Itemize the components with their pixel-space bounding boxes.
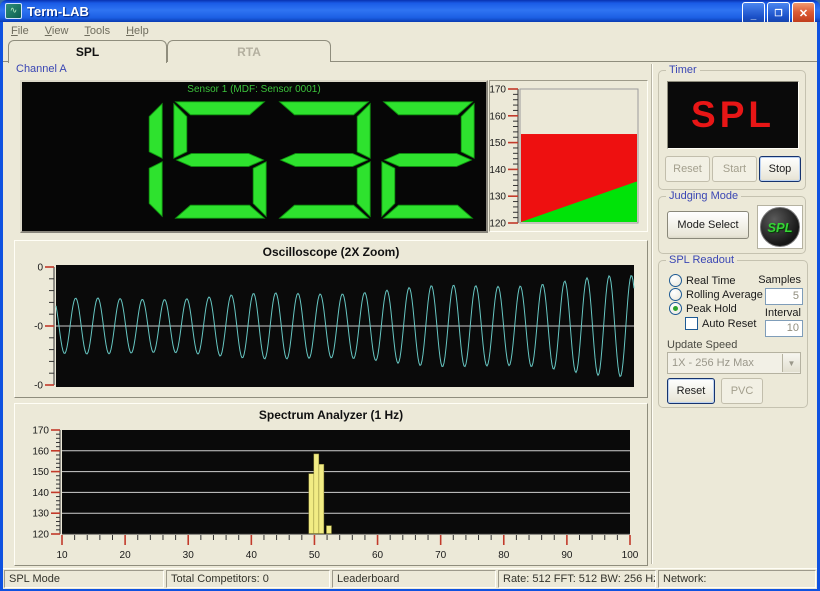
status-network: Network:: [658, 570, 816, 588]
svg-text:120: 120: [490, 219, 506, 230]
timer-stop-button[interactable]: Stop: [759, 156, 801, 182]
window-title: Term-LAB: [27, 4, 89, 19]
status-rate: Rate: 512 FFT: 512 BW: 256 Hz: [498, 570, 656, 588]
chevron-down-icon: ▼: [788, 359, 796, 368]
sensor-title: Sensor 1 (MDF: Sensor 0001): [22, 84, 486, 95]
radio-real-time[interactable]: Real Time: [669, 274, 736, 287]
spl-readout-group: SPL Readout Real Time Rolling Average Pe…: [658, 260, 808, 408]
radio-peak-hold[interactable]: Peak Hold: [669, 302, 737, 315]
radio-rolling-average[interactable]: Rolling Average: [669, 288, 763, 301]
radio-rolling-average-circle: [669, 288, 682, 301]
svg-text:170: 170: [490, 85, 506, 96]
spectrum-panel: Spectrum Analyzer (1 Hz) 120 130 140 150 160…: [14, 403, 648, 566]
timer-reset-button[interactable]: Reset: [665, 156, 710, 182]
interval-label: Interval: [755, 307, 801, 319]
svg-text:60: 60: [372, 550, 384, 561]
menu-tools[interactable]: Tools: [76, 24, 118, 38]
samples-label: Samples: [755, 274, 801, 286]
timer-start-button[interactable]: Start: [712, 156, 757, 182]
svg-text:160: 160: [32, 446, 49, 457]
status-leaderboard: Leaderboard: [332, 570, 496, 588]
spl-display: Sensor 1 (MDF: Sensor 0001): [20, 80, 488, 233]
spectrum-chart: 120 130 140 150 160 170 10 20 30 40 50 60 70 80 90 100: [18, 422, 644, 562]
readout-reset-button[interactable]: Reset: [667, 378, 715, 404]
svg-text:50: 50: [309, 550, 321, 561]
menu-view[interactable]: View: [37, 24, 77, 38]
close-button[interactable]: ✕: [792, 2, 815, 24]
combo-arrow-button[interactable]: ▼: [782, 354, 800, 372]
radio-real-time-circle: [669, 274, 682, 287]
svg-text:20: 20: [120, 550, 132, 561]
spl-logo: SPL: [757, 205, 803, 249]
timer-led-display: SPL: [667, 81, 799, 149]
title-bar: ∿ Term-LAB _ ❐ ✕: [0, 0, 820, 22]
samples-field[interactable]: 5: [765, 288, 803, 305]
status-mode: SPL Mode: [4, 570, 164, 588]
channel-a-label: Channel A: [16, 63, 67, 75]
menu-file[interactable]: File: [3, 24, 37, 38]
spl-meter-panel: 120 130 140 150 160 170: [489, 80, 648, 232]
restore-button[interactable]: ❐: [767, 2, 790, 24]
app-window: ∿ Term-LAB _ ❐ ✕ File View Tools Help SP…: [0, 0, 820, 591]
svg-text:150: 150: [32, 467, 49, 478]
svg-text:0: 0: [37, 263, 43, 274]
auto-reset-checkbox[interactable]: [685, 317, 698, 330]
app-icon: ∿: [5, 3, 22, 19]
update-speed-value: 1X - 256 Hz Max: [668, 357, 782, 369]
oscilloscope-chart: 0 -0 -0: [20, 261, 642, 393]
svg-text:170: 170: [32, 426, 49, 437]
update-speed-combo[interactable]: 1X - 256 Hz Max ▼: [667, 352, 801, 374]
tab-spl[interactable]: SPL: [8, 40, 167, 63]
seven-segment-digits: [68, 100, 476, 220]
mode-select-button[interactable]: Mode Select: [667, 211, 749, 239]
interval-field[interactable]: 10: [765, 320, 803, 337]
svg-text:150: 150: [490, 138, 506, 149]
svg-text:70: 70: [435, 550, 447, 561]
oscilloscope-title: Oscilloscope (2X Zoom): [15, 245, 647, 259]
spectrum-title: Spectrum Analyzer (1 Hz): [15, 408, 647, 422]
timer-group: Timer SPL Reset Start Stop: [658, 70, 806, 190]
menu-bar: File View Tools Help: [3, 22, 817, 40]
svg-text:140: 140: [490, 165, 506, 176]
svg-text:100: 100: [622, 550, 639, 561]
status-bar: SPL Mode Total Competitors: 0 Leaderboar…: [3, 568, 817, 589]
status-competitors: Total Competitors: 0: [166, 570, 330, 588]
menu-help[interactable]: Help: [118, 24, 157, 38]
auto-reset-checkbox-row[interactable]: Auto Reset: [685, 317, 756, 330]
svg-text:130: 130: [32, 509, 49, 520]
svg-text:40: 40: [246, 550, 258, 561]
svg-text:120: 120: [32, 530, 49, 541]
svg-text:-0: -0: [34, 381, 43, 392]
svg-text:130: 130: [490, 192, 506, 203]
timer-group-label: Timer: [666, 64, 700, 76]
svg-text:140: 140: [32, 488, 49, 499]
svg-text:10: 10: [56, 550, 68, 561]
tab-rta[interactable]: RTA: [167, 40, 331, 62]
svg-text:80: 80: [498, 550, 510, 561]
svg-text:30: 30: [183, 550, 195, 561]
radio-peak-hold-circle: [669, 302, 682, 315]
meter-chart: 120 130 140 150 160 170: [490, 81, 645, 229]
update-speed-label: Update Speed: [667, 339, 737, 351]
spl-logo-text: SPL: [760, 207, 800, 247]
oscilloscope-panel: Oscilloscope (2X Zoom) 0 -0 -0: [14, 240, 648, 398]
svg-text:160: 160: [490, 111, 506, 122]
column-divider: [651, 64, 653, 564]
pvc-button[interactable]: PVC: [721, 378, 763, 404]
svg-text:90: 90: [561, 550, 573, 561]
judging-mode-label: Judging Mode: [666, 190, 741, 202]
minimize-button[interactable]: _: [742, 2, 765, 24]
spl-readout-label: SPL Readout: [666, 254, 737, 266]
judging-mode-group: Judging Mode Mode Select SPL: [658, 196, 806, 254]
svg-text:-0: -0: [34, 322, 43, 333]
